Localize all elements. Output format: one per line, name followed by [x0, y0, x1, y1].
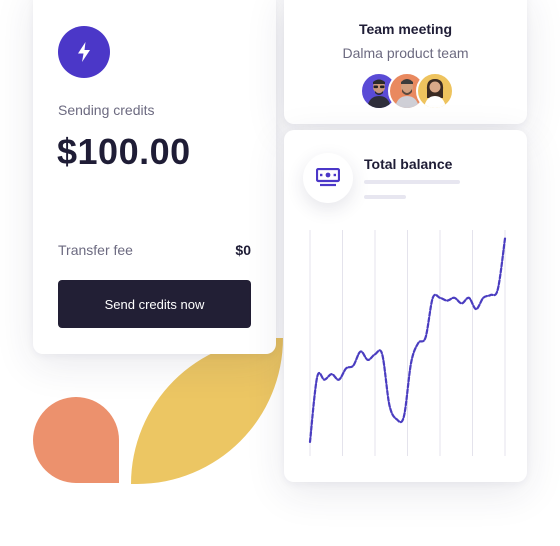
send-credits-button[interactable]: Send credits now [58, 280, 251, 328]
transfer-fee-value: $0 [235, 242, 251, 258]
avatar[interactable] [416, 72, 454, 110]
total-balance-card: Total balance [284, 130, 527, 482]
credits-amount: $100.00 [57, 131, 191, 172]
balance-line-chart [308, 230, 507, 456]
lightning-bolt-icon [78, 42, 90, 62]
transfer-fee-label: Transfer fee [58, 242, 133, 258]
decorative-salmon-shape [33, 397, 119, 483]
sending-credits-label: Sending credits [58, 102, 155, 118]
avatar-group [360, 72, 454, 110]
person-woman-icon [424, 79, 446, 108]
meeting-subtitle: Dalma product team [342, 45, 469, 61]
bolt-badge [58, 26, 110, 78]
team-meeting-card: Team meeting Dalma product team [284, 0, 527, 124]
decorative-yellow-shape [131, 338, 283, 484]
meeting-title: Team meeting [358, 21, 453, 37]
sending-credits-card: Sending credits $100.00 Transfer fee $0 … [33, 0, 276, 354]
